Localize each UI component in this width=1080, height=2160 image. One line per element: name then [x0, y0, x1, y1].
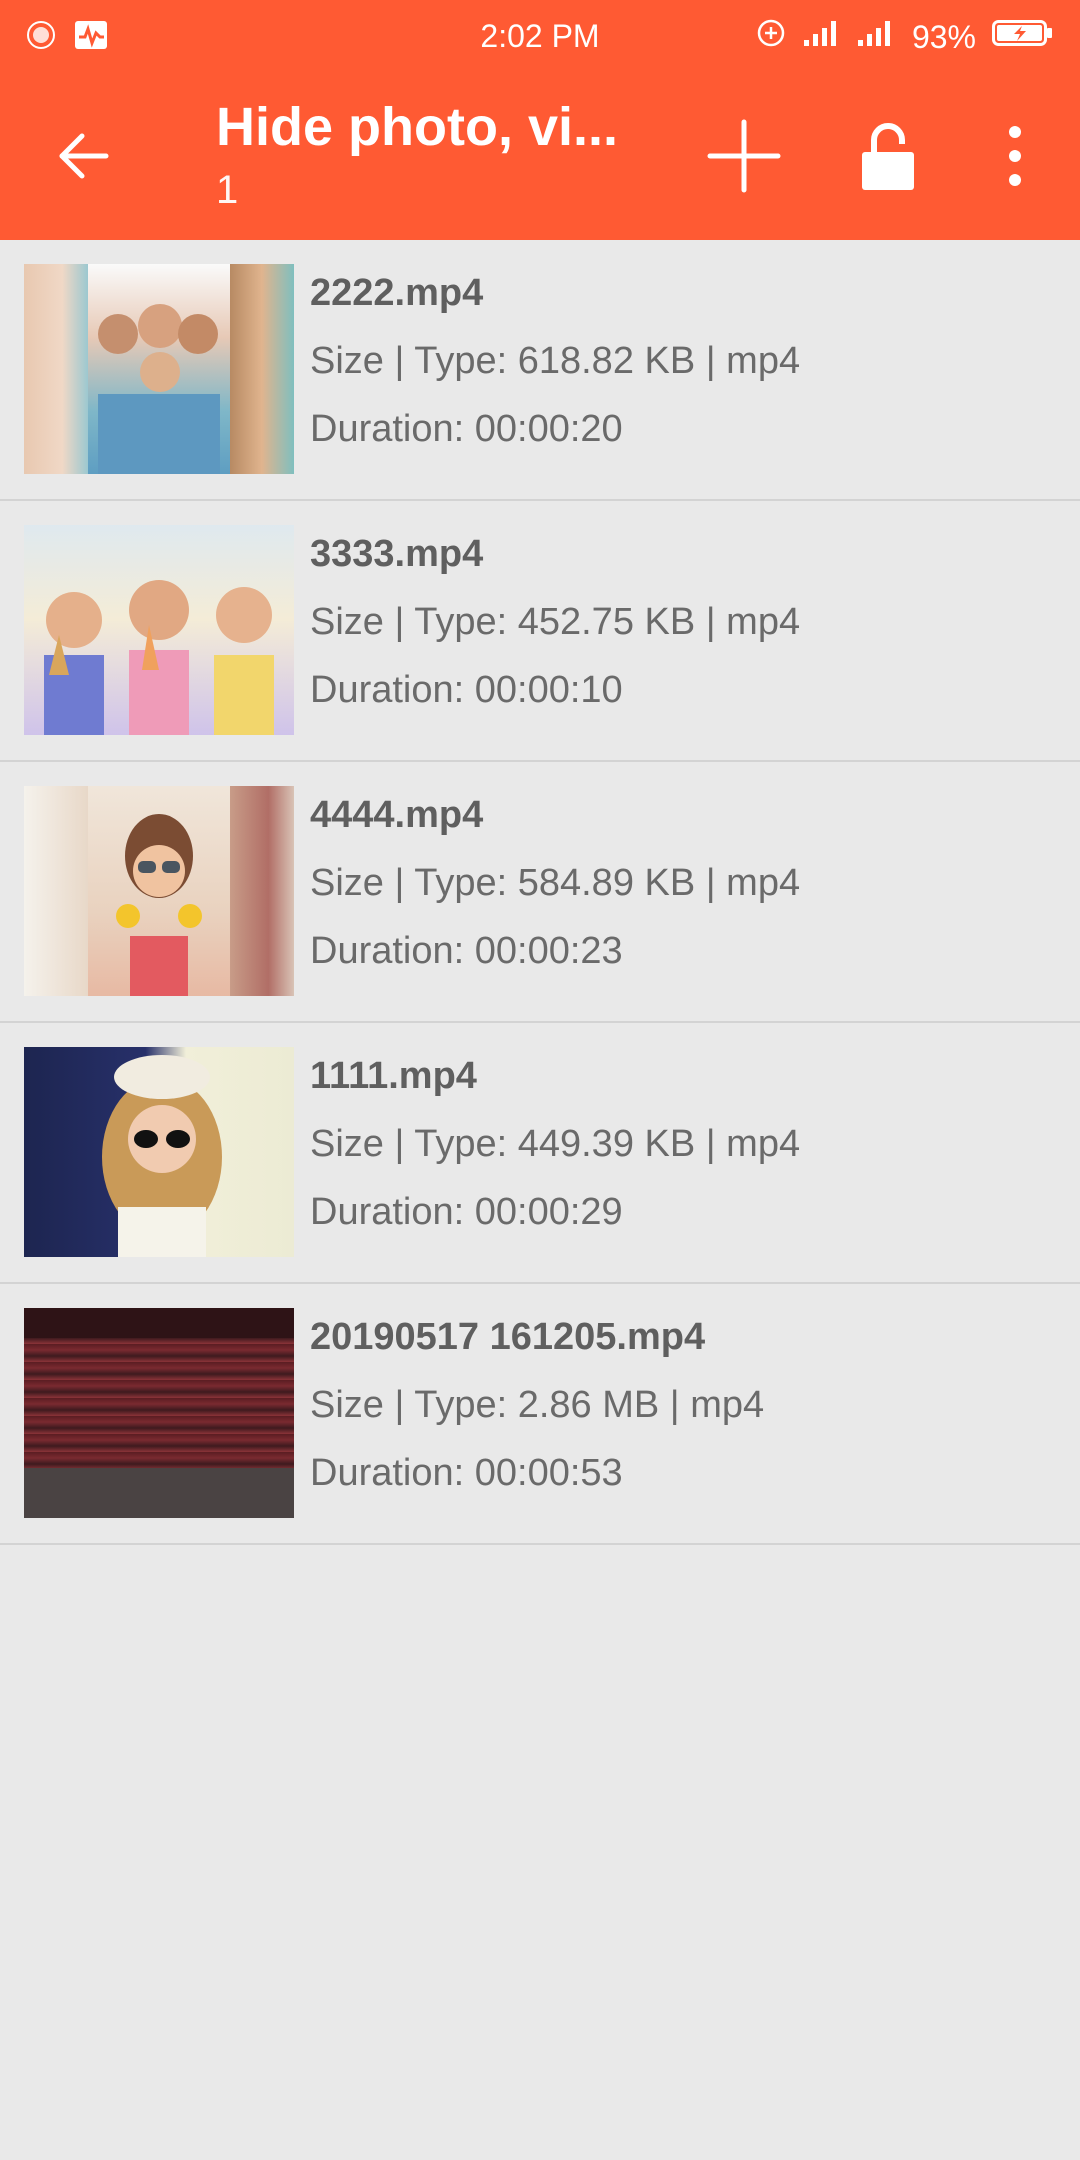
app-bar: Hide photo, vi... 1 — [0, 76, 1080, 240]
add-button[interactable] — [706, 118, 782, 194]
status-right-icons: 93% — [756, 18, 1054, 56]
list-item[interactable]: 4444.mp4 Size | Type: 584.89 KB | mp4 Du… — [0, 762, 1080, 1023]
list-item[interactable]: 1111.mp4 Size | Type: 449.39 KB | mp4 Du… — [0, 1023, 1080, 1284]
file-info: 3333.mp4 Size | Type: 452.75 KB | mp4 Du… — [310, 533, 800, 721]
file-size-type: Size | Type: 618.82 KB | mp4 — [310, 340, 801, 382]
page-title: Hide photo, vi... — [216, 97, 618, 157]
video-thumbnail — [24, 786, 294, 996]
plus-icon — [707, 119, 781, 193]
file-name: 1111.mp4 — [310, 1055, 477, 1097]
list-item[interactable]: 20190517 161205.mp4 Size | Type: 2.86 MB… — [0, 1284, 1080, 1545]
video-thumbnail — [24, 525, 294, 735]
file-size-type: Size | Type: 449.39 KB | mp4 — [310, 1123, 801, 1165]
battery-percent: 93% — [911, 18, 976, 55]
file-duration: Duration: 00:00:20 — [310, 408, 623, 450]
video-thumbnail — [24, 1047, 294, 1257]
file-list: 2222.mp4 Size | Type: 618.82 KB | mp4 Du… — [0, 240, 1080, 1545]
signal-icon — [856, 18, 894, 56]
file-duration: Duration: 00:00:53 — [310, 1452, 623, 1494]
unlock-icon — [862, 123, 914, 190]
file-duration: Duration: 00:00:10 — [310, 669, 623, 711]
back-button[interactable] — [48, 120, 120, 192]
file-name: 20190517 161205.mp4 — [310, 1316, 706, 1358]
file-info: 4444.mp4 Size | Type: 584.89 KB | mp4 Du… — [310, 794, 800, 982]
status-bar: 2:02 PM 93% — [0, 0, 1080, 76]
file-info: 2222.mp4 Size | Type: 618.82 KB | mp4 Du… — [310, 272, 800, 460]
file-info: 20190517 161205.mp4 Size | Type: 2.86 MB… — [310, 1316, 764, 1504]
video-thumbnail — [24, 264, 294, 474]
file-size-type: Size | Type: 452.75 KB | mp4 — [310, 601, 801, 643]
file-size-type: Size | Type: 584.89 KB | mp4 — [310, 862, 801, 904]
file-duration: Duration: 00:00:23 — [310, 930, 623, 972]
file-name: 4444.mp4 — [310, 794, 484, 836]
data-saver-icon — [756, 18, 786, 56]
list-item[interactable]: 2222.mp4 Size | Type: 618.82 KB | mp4 Du… — [0, 240, 1080, 501]
list-item[interactable]: 3333.mp4 Size | Type: 452.75 KB | mp4 Du… — [0, 501, 1080, 762]
video-thumbnail — [24, 1308, 294, 1518]
more-vert-icon — [1009, 126, 1021, 186]
title-block: Hide photo, vi... 1 — [216, 96, 656, 213]
page-subtitle: 1 — [216, 168, 239, 212]
back-arrow-icon — [59, 133, 109, 179]
file-name: 3333.mp4 — [310, 533, 484, 575]
header-background: 2:02 PM 93% Hide photo, vi... 1 — [0, 0, 1080, 240]
more-options-button[interactable] — [1000, 124, 1030, 188]
battery-charging-icon — [992, 18, 1054, 56]
lock-button[interactable] — [858, 118, 918, 194]
screen: 2:02 PM 93% Hide photo, vi... 1 2222.mp4… — [0, 0, 1080, 2160]
file-info: 1111.mp4 Size | Type: 449.39 KB | mp4 Du… — [310, 1055, 800, 1243]
file-name: 2222.mp4 — [310, 272, 484, 314]
file-size-type: Size | Type: 2.86 MB | mp4 — [310, 1384, 765, 1426]
file-duration: Duration: 00:00:29 — [310, 1191, 623, 1233]
signal-icon — [802, 18, 840, 56]
